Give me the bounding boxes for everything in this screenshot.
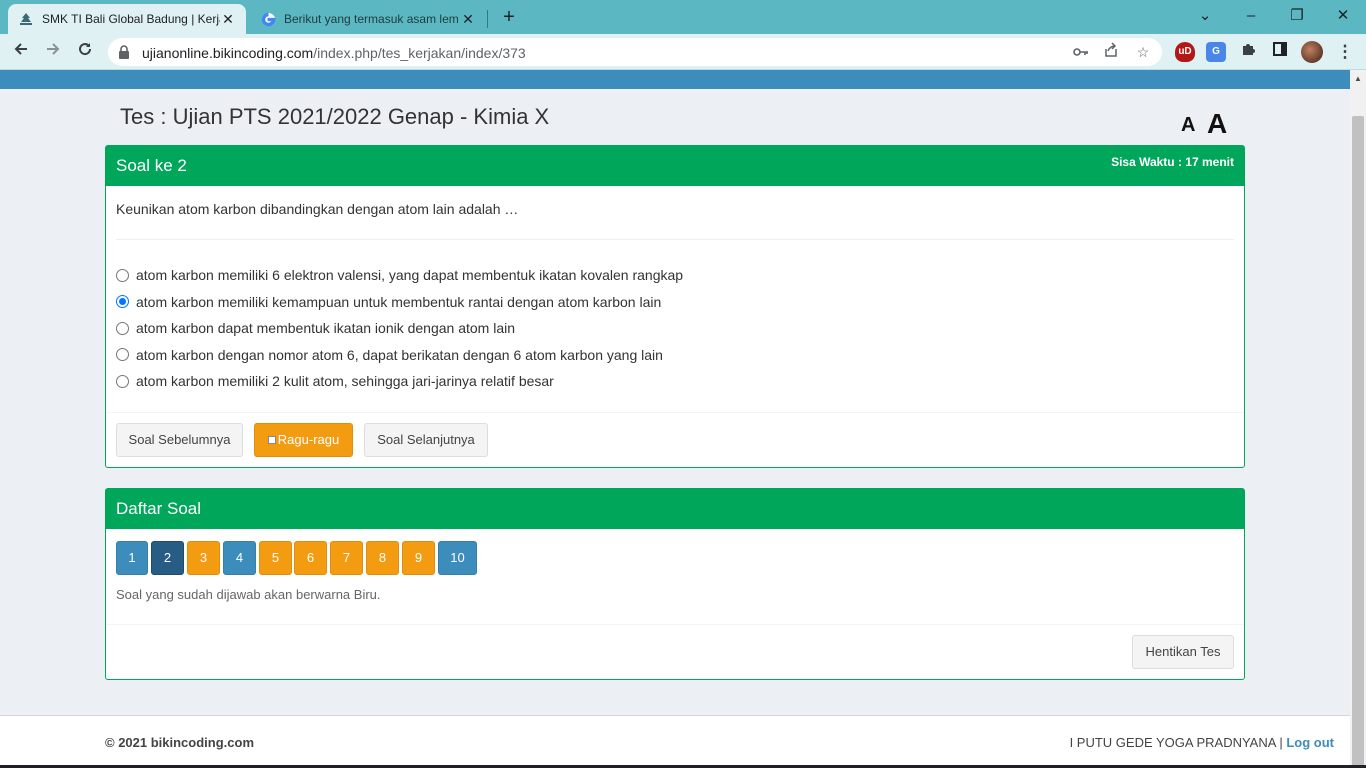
logout-link[interactable]: Log out bbox=[1286, 735, 1334, 750]
tab-search-chevron-icon[interactable]: ⌄ bbox=[1182, 4, 1228, 28]
question-number-button[interactable]: 7 bbox=[330, 541, 363, 575]
scrollbar-thumb[interactable] bbox=[1352, 116, 1364, 766]
bookmark-star-icon[interactable]: ☆ bbox=[1132, 42, 1154, 62]
close-tab-icon[interactable]: ✕ bbox=[220, 11, 236, 28]
url-path: /index.php/tes_kerjakan/index/373 bbox=[313, 45, 526, 61]
answer-option[interactable]: atom karbon memiliki kemampuan untuk mem… bbox=[116, 289, 683, 316]
site-favicon-icon bbox=[18, 11, 34, 27]
lock-icon bbox=[118, 45, 132, 59]
question-list-title: Daftar Soal bbox=[116, 499, 202, 518]
share-icon[interactable] bbox=[1100, 42, 1122, 62]
doubt-button[interactable]: Ragu-ragu bbox=[254, 423, 353, 457]
font-size-large-button[interactable]: A bbox=[1207, 108, 1227, 140]
divider bbox=[116, 239, 1234, 240]
question-number-button[interactable]: 8 bbox=[366, 541, 399, 575]
question-number-button[interactable]: 10 bbox=[438, 541, 477, 575]
close-tab-icon[interactable]: ✕ bbox=[460, 11, 476, 28]
translate-extension-icon[interactable]: G bbox=[1206, 42, 1226, 62]
option-label: atom karbon memiliki 6 elektron valensi,… bbox=[136, 267, 684, 284]
page-viewport: Tes : Ujian PTS 2021/2022 Genap - Kimia … bbox=[0, 70, 1350, 768]
option-label: atom karbon dengan nomor atom 6, dapat b… bbox=[136, 346, 663, 363]
reload-icon[interactable] bbox=[72, 39, 98, 65]
app-header bbox=[0, 70, 1350, 89]
question-list-footer: Hentikan Tes bbox=[106, 624, 1244, 680]
tab-inactive[interactable]: Berikut yang termasuk asam lem ✕ bbox=[250, 4, 486, 34]
browser-toolbar: ujianonline.bikincoding.com/index.php/te… bbox=[0, 34, 1366, 70]
tab-separator bbox=[487, 10, 488, 28]
close-window-icon[interactable]: ✕ bbox=[1320, 4, 1366, 28]
browser-tab-bar: SMK TI Bali Global Badung | Kerja ✕ Beri… bbox=[0, 0, 1366, 34]
tab-title: SMK TI Bali Global Badung | Kerja bbox=[42, 12, 220, 26]
time-remaining: Sisa Waktu : 17 menit bbox=[1111, 155, 1234, 169]
key-icon[interactable] bbox=[1070, 42, 1092, 62]
google-favicon-icon bbox=[260, 11, 276, 27]
page-scrollbar[interactable]: ▲ bbox=[1350, 70, 1366, 768]
page-footer: © 2021 bikincoding.com I PUTU GEDE YOGA … bbox=[0, 715, 1350, 768]
radio-button[interactable] bbox=[116, 374, 129, 388]
user-info: I PUTU GEDE YOGA PRADNYANA | Log out bbox=[1070, 735, 1334, 750]
browser-menu-icon[interactable]: ⋮ bbox=[1332, 39, 1358, 65]
restore-icon[interactable]: ❐ bbox=[1274, 4, 1320, 28]
question-list-panel: Daftar Soal 1 2 3 4 5 6 7 8 9 10 Soal ya… bbox=[105, 488, 1245, 680]
separator: | bbox=[1279, 735, 1283, 750]
previous-question-button[interactable]: Soal Sebelumnya bbox=[116, 423, 243, 457]
question-text: Keunikan atom karbon dibandingkan dengan… bbox=[116, 201, 519, 217]
address-bar[interactable]: ujianonline.bikincoding.com/index.php/te… bbox=[108, 38, 1162, 66]
radio-button[interactable] bbox=[116, 321, 129, 335]
question-number-button[interactable]: 9 bbox=[402, 541, 435, 575]
extensions-puzzle-icon[interactable] bbox=[1235, 39, 1261, 65]
question-number-button[interactable]: 4 bbox=[223, 541, 256, 575]
url-host: ujianonline.bikincoding.com bbox=[142, 45, 314, 61]
question-list-header: Daftar Soal bbox=[106, 489, 1244, 529]
url-text: ujianonline.bikincoding.com/index.php/te… bbox=[142, 45, 526, 61]
question-number-button[interactable]: 2 bbox=[151, 541, 184, 575]
doubt-label: Ragu-ragu bbox=[277, 432, 340, 447]
question-number-button[interactable]: 5 bbox=[259, 541, 292, 575]
ublock-extension-icon[interactable]: uD bbox=[1175, 42, 1195, 62]
question-number-button[interactable]: 6 bbox=[294, 541, 327, 575]
side-panel-icon[interactable] bbox=[1267, 39, 1293, 65]
answer-option[interactable]: atom karbon memiliki 2 kulit atom, sehin… bbox=[116, 368, 683, 395]
new-tab-plus-icon[interactable]: + bbox=[498, 5, 520, 29]
question-number: Soal ke 2 bbox=[116, 156, 187, 175]
tab-title: Berikut yang termasuk asam lem bbox=[284, 12, 459, 26]
profile-avatar[interactable] bbox=[1299, 39, 1325, 65]
option-label: atom karbon dapat membentuk ikatan ionik… bbox=[136, 320, 516, 337]
answer-options: atom karbon memiliki 6 elektron valensi,… bbox=[116, 262, 683, 395]
radio-button[interactable] bbox=[116, 295, 129, 309]
radio-button[interactable] bbox=[116, 348, 129, 362]
option-label: atom karbon memiliki 2 kulit atom, sehin… bbox=[136, 373, 554, 390]
question-panel-header: Soal ke 2 Sisa Waktu : 17 menit bbox=[106, 146, 1244, 186]
question-number-button[interactable]: 3 bbox=[187, 541, 220, 575]
checkbox-icon bbox=[267, 436, 276, 444]
user-name: I PUTU GEDE YOGA PRADNYANA bbox=[1069, 735, 1276, 750]
back-arrow-icon[interactable] bbox=[8, 39, 34, 65]
question-number-button[interactable]: 1 bbox=[116, 541, 148, 575]
minimize-icon[interactable]: – bbox=[1228, 4, 1274, 28]
forward-arrow-icon[interactable] bbox=[40, 39, 66, 65]
radio-button[interactable] bbox=[116, 268, 129, 282]
option-label: atom karbon memiliki kemampuan untuk mem… bbox=[136, 293, 662, 310]
answer-option[interactable]: atom karbon dapat membentuk ikatan ionik… bbox=[116, 315, 683, 342]
answer-option[interactable]: atom karbon dengan nomor atom 6, dapat b… bbox=[116, 342, 683, 369]
font-size-small-button[interactable]: A bbox=[1181, 114, 1195, 137]
question-panel-footer: Soal Sebelumnya Ragu-ragu Soal Selanjutn… bbox=[106, 412, 1244, 467]
next-question-button[interactable]: Soal Selanjutnya bbox=[364, 423, 488, 457]
scroll-up-arrow-icon[interactable]: ▲ bbox=[1354, 74, 1362, 83]
copyright-text: © 2021 bikincoding.com bbox=[105, 735, 255, 750]
question-panel: Soal ke 2 Sisa Waktu : 17 menit Keunikan… bbox=[105, 145, 1245, 468]
stop-test-button[interactable]: Hentikan Tes bbox=[1132, 635, 1234, 669]
answered-legend-note: Soal yang sudah dijawab akan berwarna Bi… bbox=[116, 587, 381, 602]
page-title: Tes : Ujian PTS 2021/2022 Genap - Kimia … bbox=[120, 104, 550, 129]
answer-option[interactable]: atom karbon memiliki 6 elektron valensi,… bbox=[116, 262, 683, 289]
tab-active[interactable]: SMK TI Bali Global Badung | Kerja ✕ bbox=[8, 4, 246, 34]
